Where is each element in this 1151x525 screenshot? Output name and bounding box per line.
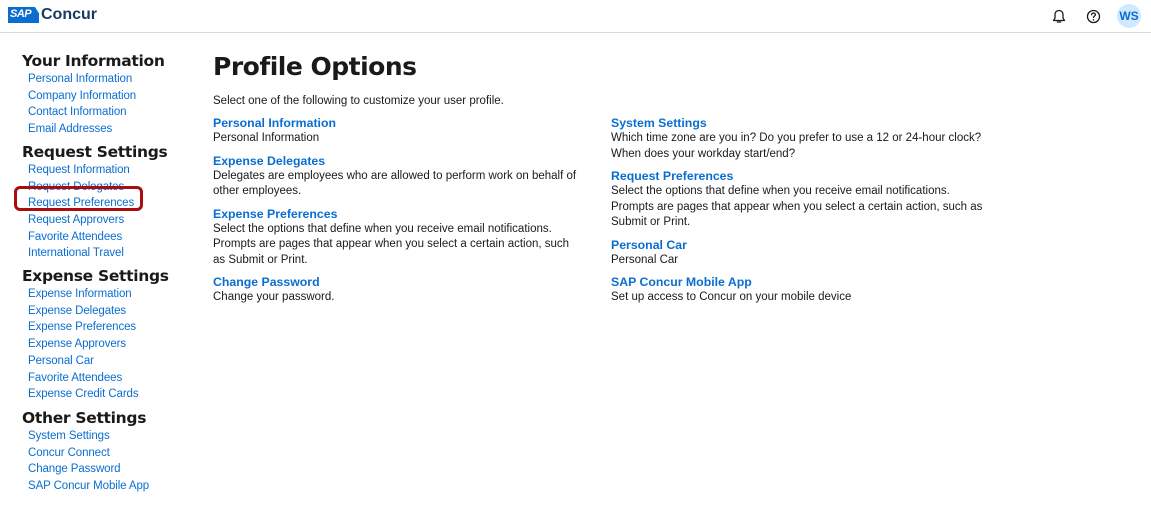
option-link-system-settings[interactable]: System Settings	[611, 116, 981, 131]
sidebar-item-sap-concur-mobile-app[interactable]: SAP Concur Mobile App	[28, 478, 188, 495]
sidebar-item-email-addresses[interactable]: Email Addresses	[28, 121, 188, 138]
option-desc: Personal Car	[611, 253, 679, 266]
option-personal-car: Personal Car Personal Car	[611, 238, 981, 269]
options-left-column: Personal Information Personal Informatio…	[213, 116, 583, 313]
option-personal-information: Personal Information Personal Informatio…	[213, 116, 583, 147]
option-expense-preferences: Expense Preferences Select the options t…	[213, 207, 583, 269]
section-heading-request-settings: Request Settings	[22, 142, 168, 161]
sidebar-item-personal-car[interactable]: Personal Car	[28, 353, 188, 370]
option-desc: Set up access to Concur on your mobile d…	[611, 291, 852, 303]
top-header: SAP Concur WS	[0, 0, 1151, 33]
option-desc: Delegates are employees who are allowed …	[213, 169, 577, 198]
request-settings-list: Request Information Request Delegates Re…	[28, 162, 188, 262]
option-link-personal-information[interactable]: Personal Information	[213, 116, 583, 131]
sidebar-item-international-travel[interactable]: International Travel	[28, 245, 188, 262]
section-heading-your-information: Your Information	[22, 52, 165, 70]
sidebar-item-expense-information[interactable]: Expense Information	[28, 286, 188, 303]
logo-text: Concur	[41, 6, 97, 23]
sidebar-item-request-information[interactable]: Request Information	[28, 162, 188, 179]
sidebar-item-expense-approvers[interactable]: Expense Approvers	[28, 336, 188, 353]
sidebar-item-change-password[interactable]: Change Password	[28, 461, 188, 478]
options-right-column: System Settings Which time zone are you …	[611, 116, 983, 313]
option-desc: Select the options that define when you …	[213, 222, 570, 266]
option-desc: Which time zone are you in? Do you prefe…	[611, 132, 982, 160]
header-icons: WS	[1037, 4, 1141, 28]
option-desc: Select the options that define when you …	[611, 185, 983, 228]
sidebar-item-company-information[interactable]: Company Information	[28, 88, 188, 105]
help-icon[interactable]	[1081, 4, 1105, 28]
option-system-settings: System Settings Which time zone are you …	[611, 116, 981, 162]
request-delegates-highlight-box	[14, 186, 143, 211]
option-link-request-preferences[interactable]: Request Preferences	[611, 169, 981, 184]
sap-logo-badge: SAP	[8, 7, 39, 23]
option-link-sap-concur-mobile-app[interactable]: SAP Concur Mobile App	[611, 275, 981, 290]
section-heading-other-settings: Other Settings	[22, 408, 147, 427]
option-desc: Change your password.	[213, 291, 335, 303]
option-request-preferences: Request Preferences Select the options t…	[611, 169, 983, 231]
user-avatar[interactable]: WS	[1117, 4, 1141, 28]
option-sap-concur-mobile-app: SAP Concur Mobile App Set up access to C…	[611, 275, 981, 306]
sidebar-item-favorite-attendees-expense[interactable]: Favorite Attendees	[28, 370, 188, 387]
sidebar-item-personal-information[interactable]: Personal Information	[28, 71, 188, 88]
option-link-change-password[interactable]: Change Password	[213, 275, 583, 290]
option-link-personal-car[interactable]: Personal Car	[611, 238, 981, 253]
sidebar-item-expense-delegates[interactable]: Expense Delegates	[28, 303, 188, 320]
option-link-expense-preferences[interactable]: Expense Preferences	[213, 207, 583, 222]
sap-concur-logo[interactable]: SAP Concur	[8, 6, 97, 24]
sidebar-item-concur-connect[interactable]: Concur Connect	[28, 445, 188, 462]
sidebar-item-favorite-attendees[interactable]: Favorite Attendees	[28, 229, 188, 246]
sidebar-item-system-settings[interactable]: System Settings	[28, 428, 188, 445]
option-desc: Personal Information	[213, 132, 320, 144]
option-change-password: Change Password Change your password.	[213, 275, 583, 306]
your-information-list: Personal Information Company Information…	[28, 71, 188, 138]
option-link-expense-delegates[interactable]: Expense Delegates	[213, 154, 583, 169]
main-content: Profile Options Select one of the follow…	[213, 52, 1133, 303]
intro-text: Select one of the following to customize…	[213, 95, 504, 107]
section-heading-expense-settings: Expense Settings	[22, 267, 169, 286]
page-title: Profile Options	[213, 52, 417, 81]
bell-icon[interactable]	[1047, 4, 1071, 28]
option-expense-delegates: Expense Delegates Delegates are employee…	[213, 154, 583, 200]
sidebar-item-request-approvers[interactable]: Request Approvers	[28, 212, 188, 229]
expense-settings-list: Expense Information Expense Delegates Ex…	[28, 286, 188, 403]
other-settings-list: System Settings Concur Connect Change Pa…	[28, 428, 188, 495]
sidebar-item-expense-preferences[interactable]: Expense Preferences	[28, 319, 188, 336]
sidebar-item-expense-credit-cards[interactable]: Expense Credit Cards	[28, 386, 188, 403]
sidebar-item-contact-information[interactable]: Contact Information	[28, 104, 188, 121]
sidebar: Your Information Personal Information Co…	[18, 52, 188, 495]
